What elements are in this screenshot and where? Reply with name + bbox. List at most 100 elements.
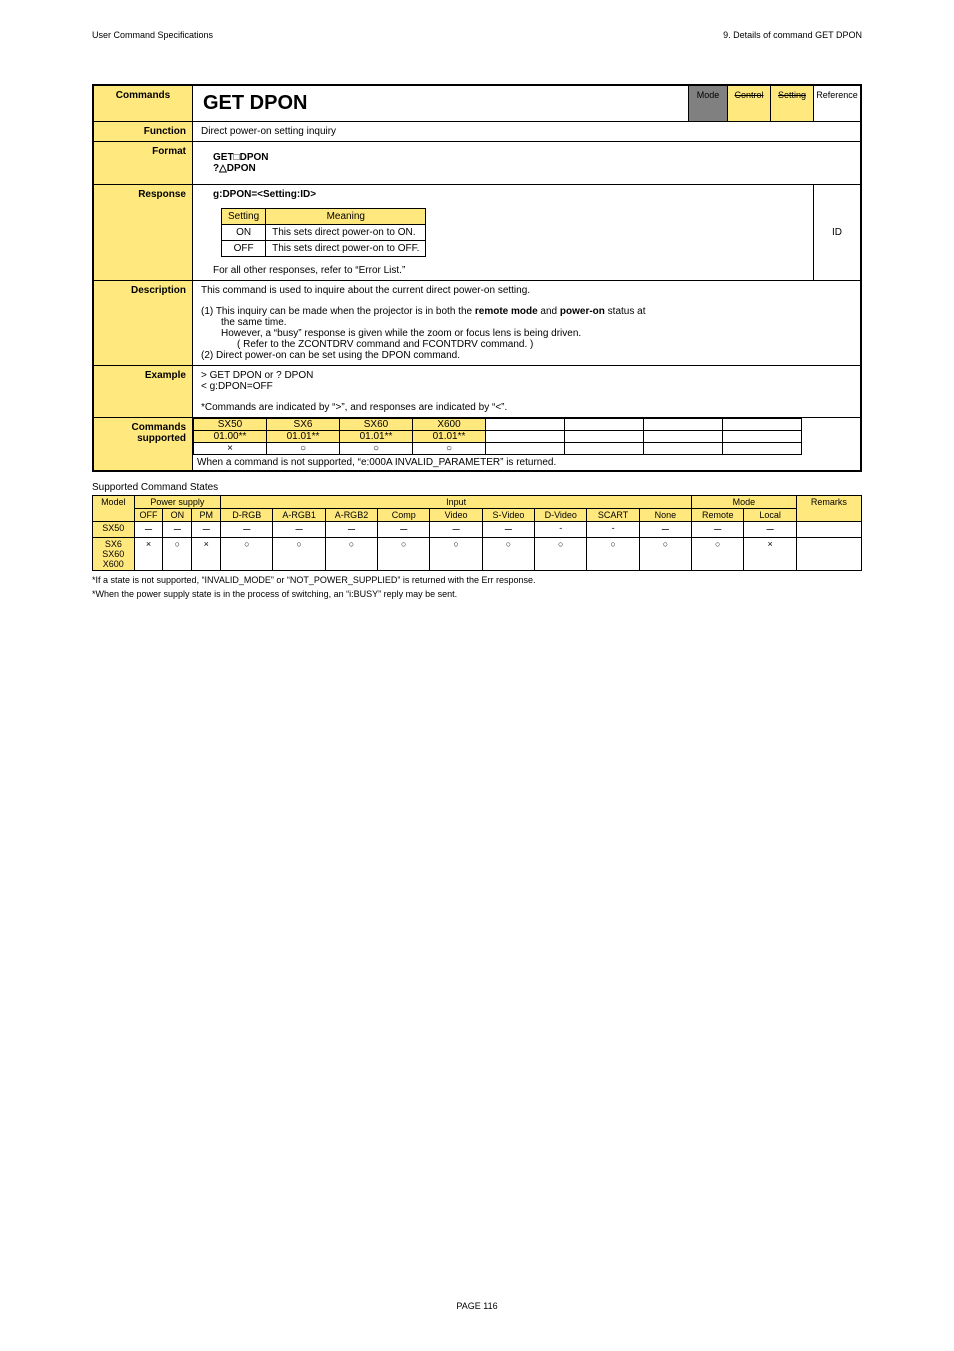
tag-control: Control [728, 85, 771, 122]
label-function: Function [93, 122, 193, 142]
sr1-m: SX6 SX60 X600 [93, 538, 135, 571]
example-cell: > GET DPON or ? DPON < g:DPON=OFF *Comma… [193, 366, 862, 418]
response-inner-table: SettingMeaning ONThis sets direct power-… [221, 208, 426, 257]
cmdsup-cell: SX50 SX6 SX60 X600 01.00** 01.01** [193, 418, 862, 472]
sr1-c12: ○ [692, 538, 744, 571]
sth-ps: Power supply [134, 496, 220, 509]
format-line2: ?△DPON [213, 163, 840, 174]
sr0-c14 [796, 522, 861, 538]
command-title: GET DPON [193, 85, 689, 122]
format-cell: GET□DPON ?△DPON [193, 142, 862, 185]
sth-drgb: D-RGB [221, 509, 273, 522]
sr0-c11: ー [639, 522, 691, 538]
sth-none: None [639, 509, 691, 522]
sr1-m0: SX6 [95, 539, 132, 549]
cs-v2: 01.01** [267, 431, 340, 443]
sr0-c5: ー [325, 522, 377, 538]
ex-line2: < g:DPON=OFF [201, 381, 852, 392]
response-line: g:DPON=<Setting:ID> [213, 189, 793, 200]
cs-s1: × [194, 443, 267, 455]
header-right: 9. Details of command GET DPON [723, 30, 862, 40]
desc-d0: This command is used to inquire about th… [201, 285, 852, 296]
label-example: Example [93, 366, 193, 418]
sr1-c1: ○ [163, 538, 192, 571]
content: Commands GET DPON Mode Control Setting R… [92, 84, 862, 599]
sr1-m1: SX60 [95, 549, 132, 559]
sth-remote: Remote [692, 509, 744, 522]
sr0-c0: ー [134, 522, 163, 538]
desc-d1b: ( Refer to the ZCONTDRV command and FCON… [201, 339, 852, 350]
sth-scart: SCART [587, 509, 639, 522]
resp-th-meaning: Meaning [266, 209, 426, 225]
desc-d1-cont: the same time. [201, 317, 852, 328]
sth-input: Input [221, 496, 692, 509]
spec-table: Commands GET DPON Mode Control Setting R… [92, 84, 862, 472]
states-foot2: *When the power supply state is in the p… [92, 589, 862, 599]
resp-th-setting: Setting [222, 209, 266, 225]
sr0-c6: ー [378, 522, 430, 538]
states-foot1: *If a state is not supported, “INVALID_M… [92, 575, 862, 585]
tag-setting: Setting [771, 85, 814, 122]
sr1-c2: × [192, 538, 221, 571]
cs-note: When a command is not supported, “e:000A… [193, 455, 860, 470]
sth-model: Model [93, 496, 135, 522]
sr0-m: SX50 [93, 522, 135, 538]
sr1-m2: X600 [95, 559, 132, 569]
sth-argb1: A-RGB1 [273, 509, 325, 522]
sr1-c14 [796, 538, 861, 571]
label-commands: Commands [93, 85, 193, 122]
ex-line1: > GET DPON or ? DPON [201, 370, 852, 381]
label-cmdsup: Commands supported [93, 418, 193, 472]
resp-r2c2: This sets direct power-on to OFF. [266, 241, 426, 257]
cs-s2: ○ [267, 443, 340, 455]
sth-comp: Comp [378, 509, 430, 522]
cs-v3: 01.01** [340, 431, 413, 443]
states-table: Model Power supply Input Mode Remarks OF… [92, 495, 862, 571]
function-text: Direct power-on setting inquiry [193, 122, 862, 142]
sth-pm: PM [192, 509, 221, 522]
sth-argb2: A-RGB2 [325, 509, 377, 522]
sr0-c2: ー [192, 522, 221, 538]
label-format: Format [93, 142, 193, 185]
sth-video: Video [430, 509, 482, 522]
sr0-c7: ー [430, 522, 482, 538]
resp-r1c1: ON [222, 225, 266, 241]
cs-s4: ○ [413, 443, 486, 455]
cs-c1: SX50 [194, 419, 267, 431]
sr1-c13: × [744, 538, 796, 571]
header-left: User Command Specifications [92, 30, 213, 40]
desc-d2: (2) Direct power-on can be set using the… [201, 350, 852, 361]
sr1-c6: ○ [378, 538, 430, 571]
sr1-c10: ○ [587, 538, 639, 571]
resp-r1c2: This sets direct power-on to ON. [266, 225, 426, 241]
sr1-c11: ○ [639, 538, 691, 571]
sr0-c8: ー [482, 522, 534, 538]
sr0-c9: - [535, 522, 587, 538]
label-response: Response [93, 185, 193, 281]
desc-d1: (1) This inquiry can be made when the pr… [201, 306, 852, 317]
page-number: PAGE 116 [0, 1301, 954, 1311]
sr1-c8: ○ [482, 538, 534, 571]
sr1-c0: × [134, 538, 163, 571]
sth-local: Local [744, 509, 796, 522]
cs-c2: SX6 [267, 419, 340, 431]
sr0-c1: ー [163, 522, 192, 538]
sth-dvideo: D-Video [535, 509, 587, 522]
response-footer: For all other responses, refer to “Error… [213, 265, 793, 276]
ex-note: *Commands are indicated by “>”, and resp… [201, 402, 852, 413]
sth-on: ON [163, 509, 192, 522]
cs-v1: 01.00** [194, 431, 267, 443]
label-description: Description [93, 281, 193, 366]
sth-svideo: S-Video [482, 509, 534, 522]
states-caption: Supported Command States [92, 482, 862, 493]
cs-s3: ○ [340, 443, 413, 455]
description-cell: This command is used to inquire about th… [193, 281, 862, 366]
sr0-c3: ー [221, 522, 273, 538]
sth-off: OFF [134, 509, 163, 522]
format-line1: GET□DPON [213, 152, 840, 163]
states-row-sx50: SX50 ー ー ー ー ー ー ー ー ー - - ー ー ー [93, 522, 862, 538]
cs-v4: 01.01** [413, 431, 486, 443]
sr0-c12: ー [692, 522, 744, 538]
sr1-c5: ○ [325, 538, 377, 571]
sr1-c4: ○ [273, 538, 325, 571]
